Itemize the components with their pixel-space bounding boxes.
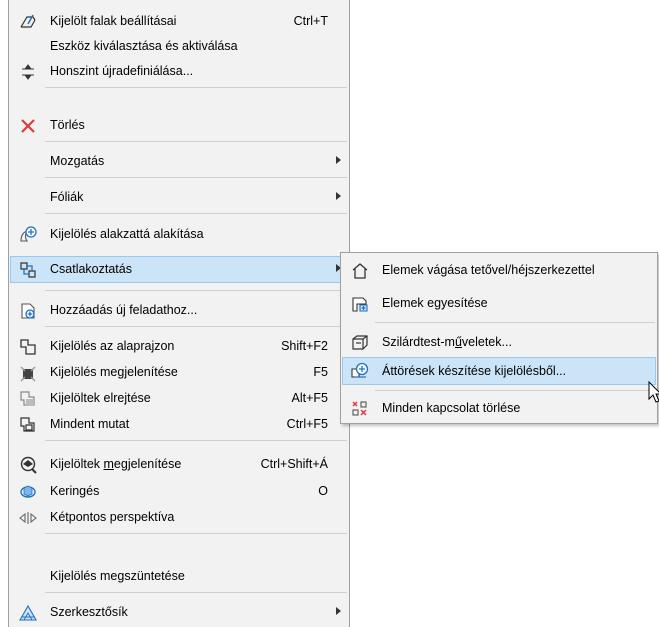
menu-item-editing-plane[interactable]: Szerkesztősík — [10, 599, 348, 626]
mnemonic-letter: ű — [454, 335, 462, 349]
menu-separator — [45, 177, 347, 178]
submenu-item-trim-to-roof[interactable]: Elemek vágása tetővel/héjszerkezettel — [342, 257, 656, 284]
show-all-icon — [18, 415, 38, 435]
two-point-perspective-icon — [18, 508, 38, 528]
mouse-cursor-icon — [648, 381, 659, 403]
menu-separator — [45, 533, 347, 534]
menu-item-hide-selected[interactable]: Kijelöltek elrejtése Alt+F5 — [10, 385, 348, 412]
menu-item-two-point-perspective[interactable]: Kétpontos perspektíva — [10, 504, 348, 531]
menu-item-label: Mozgatás — [50, 154, 105, 168]
menu-item-wall-settings[interactable]: Kijelölt falak beállításai Ctrl+T — [10, 8, 348, 35]
hide-selected-icon — [18, 389, 38, 409]
menu-item-show-all[interactable]: Mindent mutat Ctrl+F5 — [10, 411, 348, 438]
menu-item-label: Elemek egyesítése — [382, 296, 488, 310]
menu-item-label: Kijelöltek megjelenítése — [50, 457, 181, 471]
menu-item-label: Eszköz kiválasztása és aktiválása — [50, 39, 238, 53]
label-part: egjelenítése — [113, 457, 182, 471]
home-story-icon — [18, 62, 38, 82]
menu-item-label: Kijelölés megszüntetése — [50, 569, 185, 583]
menu-item-label: Mindent mutat — [50, 417, 130, 431]
submenu-arrow-icon — [336, 192, 341, 200]
label-part: Kijelöltek — [50, 457, 104, 471]
menu-item-show-selection[interactable]: Kijelölés megjelenítése F5 — [10, 359, 348, 386]
submenu-item-create-openings[interactable]: Áttörések készítése kijelölésből... — [342, 357, 656, 385]
menu-item-label: Kijelölt falak beállításai — [50, 14, 177, 28]
label-part: Szilárdtest-m — [382, 335, 455, 349]
menu-item-select-in-floorplan[interactable]: Kijelölés az alaprajzon Shift+F2 — [10, 333, 348, 360]
menu-item-label: Törlés — [50, 118, 85, 132]
menu-item-label: Hozzáadás új feladathoz... — [50, 303, 198, 317]
menu-separator — [45, 592, 347, 593]
menu-item-label: Áttörések készítése kijelölésből... — [382, 364, 567, 378]
submenu-item-merge-elements[interactable]: Elemek egyesítése — [342, 290, 656, 317]
menu-item-label: Kijelölés alakzattá alakítása — [50, 227, 204, 241]
show-selection-icon — [18, 363, 38, 383]
menu-separator — [45, 87, 347, 88]
menu-item-add-to-issue[interactable]: Hozzáadás új feladathoz... — [10, 297, 348, 324]
menu-separator — [45, 290, 347, 291]
menu-item-delete[interactable]: Törlés — [10, 112, 348, 139]
menu-item-shortcut: F5 — [313, 365, 328, 379]
menu-item-connect[interactable]: Csatlakoztatás — [10, 256, 348, 283]
menu-item-layers[interactable]: Fóliák — [10, 184, 348, 211]
trim-to-roof-icon — [350, 261, 370, 281]
context-menu: Kijelölt falak beállításai Ctrl+T Eszköz… — [8, 0, 350, 627]
menu-separator — [375, 322, 655, 323]
menu-item-label: Kijelölés megjelenítése — [50, 365, 178, 379]
convert-to-morph-icon — [18, 225, 38, 245]
menu-item-label: Csatlakoztatás — [50, 262, 132, 276]
menu-separator — [45, 326, 347, 327]
menu-item-redefine-home-story[interactable]: Honszint újradefiniálása... — [10, 58, 348, 85]
solid-operations-icon — [350, 333, 370, 353]
label-part: veletek... — [461, 335, 512, 349]
menu-item-deselect[interactable]: Kijelölés megszüntetése — [10, 563, 348, 590]
menu-item-label: Kétpontos perspektíva — [50, 510, 175, 524]
menu-item-shortcut: O — [318, 484, 328, 498]
menu-separator — [45, 141, 347, 142]
menu-item-convert-to-morph[interactable]: Kijelölés alakzattá alakítása — [10, 221, 348, 248]
select-floorplan-icon — [18, 337, 38, 357]
menu-separator — [375, 390, 655, 391]
create-openings-icon — [350, 361, 370, 381]
menu-separator — [45, 440, 347, 441]
menu-item-label: Honszint újradefiniálása... — [50, 64, 194, 78]
menu-item-shortcut: Ctrl+T — [293, 14, 328, 28]
delete-connections-icon — [350, 399, 370, 419]
menu-item-label: Fóliák — [50, 190, 84, 204]
menu-item-select-activate-tool[interactable]: Eszköz kiválasztása és aktiválása — [10, 33, 348, 60]
menu-item-show-selected-3d[interactable]: Kijelöltek megjelenítése Ctrl+Shift+Á — [10, 451, 348, 478]
submenu-arrow-icon — [336, 156, 341, 164]
menu-item-shortcut: Ctrl+Shift+Á — [260, 457, 328, 471]
connect-icon — [18, 260, 38, 280]
submenu-arrow-icon — [336, 607, 341, 615]
menu-item-label: Minden kapcsolat törlése — [382, 401, 521, 415]
merge-elements-icon — [350, 294, 370, 314]
menu-item-label: Kijelöltek elrejtése — [50, 391, 151, 405]
add-issue-icon — [18, 301, 38, 321]
editing-plane-icon — [18, 603, 38, 623]
mnemonic-letter: m — [103, 457, 114, 471]
submenu-item-delete-all-connections[interactable]: Minden kapcsolat törlése — [342, 395, 656, 422]
submenu-item-solid-operations[interactable]: Szilárdtest-műveletek... — [342, 329, 656, 356]
menu-item-move[interactable]: Mozgatás — [10, 148, 348, 175]
connect-submenu: Elemek vágása tetővel/héjszerkezettel El… — [340, 252, 658, 424]
menu-item-label: Elemek vágása tetővel/héjszerkezettel — [382, 263, 595, 277]
menu-item-orbit[interactable]: Keringés O — [10, 478, 348, 505]
delete-icon — [18, 116, 38, 136]
menu-item-shortcut: Shift+F2 — [281, 339, 328, 353]
menu-item-label: Szilárdtest-műveletek... — [382, 335, 512, 349]
menu-item-shortcut: Ctrl+F5 — [286, 417, 328, 431]
wall-settings-icon — [18, 12, 38, 32]
menu-item-shortcut: Alt+F5 — [291, 391, 328, 405]
menu-item-label: Kijelölés az alaprajzon — [50, 339, 175, 353]
menu-item-label: Keringés — [50, 484, 100, 498]
show-selected-3d-icon — [18, 455, 38, 475]
menu-separator — [45, 213, 347, 214]
menu-item-label: Szerkesztősík — [50, 605, 128, 619]
orbit-icon — [18, 482, 38, 502]
